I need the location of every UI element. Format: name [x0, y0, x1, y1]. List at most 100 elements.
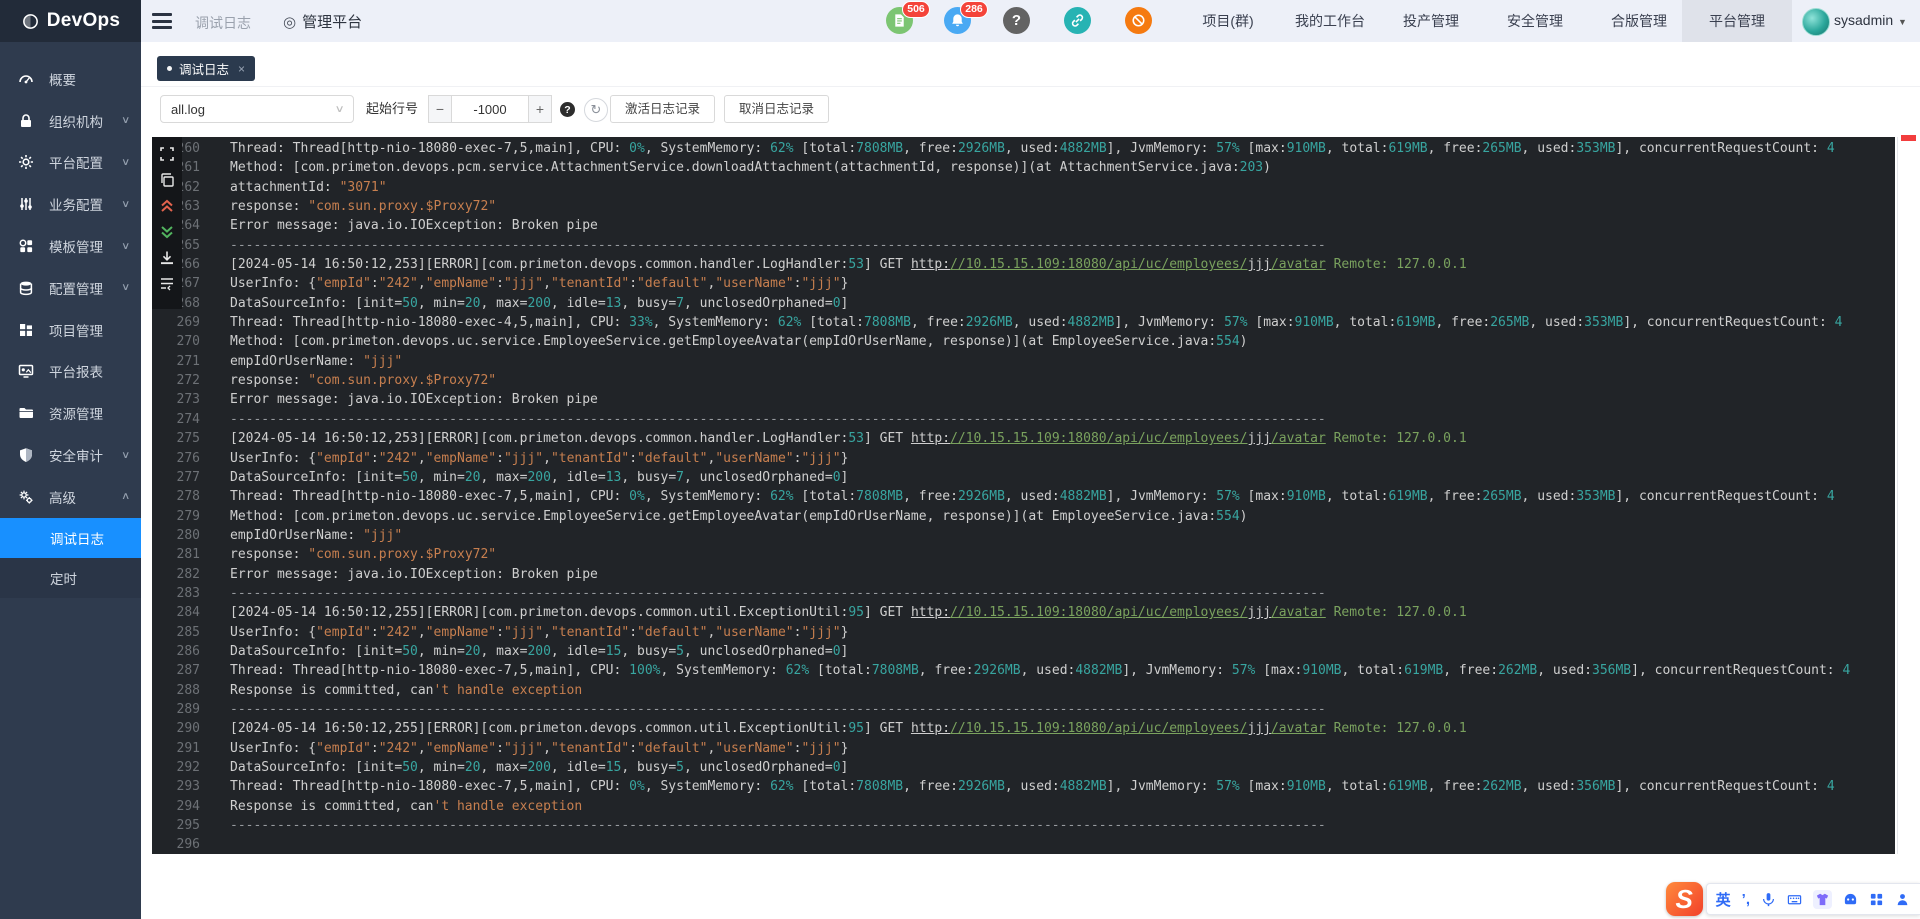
log-line: 266 [2024-05-14 16:50:12,253][ERROR][com.… [152, 255, 1850, 274]
nav-item-1[interactable]: 项目(群) [1195, 0, 1261, 42]
log-line-number: 295 [176, 818, 200, 834]
sidebar-item-advanced[interactable]: 高级 ∧ [0, 476, 141, 518]
soft-wrap-icon[interactable] [159, 276, 175, 292]
log-lines: 260 Thread: Thread[http-nio-18080-exec-7,… [152, 139, 1851, 854]
log-line-number: 291 [176, 740, 200, 756]
sidebar-item-template[interactable]: 模板管理 ∨ [0, 225, 141, 267]
log-line: 262 attachmentId: "3071" [152, 178, 1850, 197]
log-line: 293 Thread: Thread[http-nio-18080-exec-7,… [152, 777, 1850, 796]
sogou-logo-icon[interactable]: S [1665, 882, 1703, 916]
log-line-number: 288 [176, 682, 200, 698]
log-line-number: 269 [176, 315, 200, 331]
sidebar-item-platform[interactable]: 平台配置 ∨ [0, 142, 141, 184]
log-line: 289 -------------------------------------… [152, 700, 1850, 719]
nav-item-6[interactable]: 平台管理 [1682, 0, 1792, 42]
sidebar-item-resource[interactable]: 资源管理 [0, 392, 141, 434]
scroll-top-icon[interactable] [159, 198, 175, 214]
sidebar-item-overview[interactable]: 概要 [0, 58, 141, 100]
log-line: 287 Thread: Thread[http-nio-18080-exec-7,… [152, 661, 1851, 680]
punctuation-icon[interactable]: ’, [1742, 891, 1750, 908]
tab-label: 调试日志 [179, 63, 230, 77]
cancel-log-button[interactable]: 取消日志记录 [724, 95, 830, 123]
docs-badge: 506 [902, 1, 930, 18]
log-line-number: 289 [176, 701, 200, 717]
log-line: 273 Error message: java.io.IOException: B… [152, 390, 1850, 409]
ban-icon[interactable] [1125, 7, 1152, 34]
log-line-number: 279 [176, 508, 200, 524]
activate-log-button[interactable]: 激活日志记录 [610, 95, 716, 123]
log-line: 264 Error message: java.io.IOException: B… [152, 216, 1850, 235]
start-line-input[interactable] [452, 95, 528, 123]
fullscreen-icon[interactable] [159, 146, 175, 162]
user-avatar[interactable] [1802, 8, 1830, 36]
log-line: 286 DataSourceInfo: [init=50, min=20, max… [152, 642, 1850, 661]
sidebar-item-org[interactable]: 组织机构 ∨ [0, 100, 141, 142]
log-line-number: 277 [176, 469, 200, 485]
document-icon[interactable]: 506 [886, 1, 930, 34]
sliders-icon [18, 196, 34, 212]
keyboard-icon[interactable] [1787, 892, 1802, 907]
log-line: 288 Response is committed, can't handle e… [152, 681, 1850, 700]
decrement-button[interactable]: − [428, 95, 452, 123]
chevron-down-icon: ∨ [120, 198, 130, 210]
error-scroll-marker[interactable] [1901, 135, 1916, 141]
notifications-badge: 286 [960, 1, 988, 18]
sidebar-item-project[interactable]: 项目管理 [0, 309, 141, 351]
sidebar-subitem-label: 调试日志 [50, 531, 104, 547]
increment-button[interactable]: + [528, 95, 552, 123]
link-icon[interactable] [1064, 7, 1091, 34]
log-file-select[interactable]: all.log ∨ [160, 95, 354, 123]
emoji-icon[interactable] [1843, 892, 1858, 907]
tab-close-icon[interactable]: × [238, 62, 245, 76]
log-line: 291 UserInfo: {"empId":"242","empName":"j… [152, 739, 1850, 758]
log-viewer[interactable]: 260 Thread: Thread[http-nio-18080-exec-7,… [152, 137, 1895, 854]
log-line-number: 281 [176, 547, 200, 563]
nav-item-3[interactable]: 投产管理 [1400, 0, 1462, 42]
log-scrollbar-track[interactable] [1897, 137, 1898, 854]
nav-item-4[interactable]: 安全管理 [1504, 0, 1566, 42]
log-line: 290 [2024-05-14 16:50:12,255][ERROR][com.… [152, 719, 1850, 738]
toolbox-icon[interactable] [1869, 892, 1884, 907]
username[interactable]: sysadmin [1834, 12, 1893, 28]
microphone-icon[interactable] [1761, 892, 1776, 907]
sidebar-item-label: 平台报表 [49, 365, 103, 381]
log-line: 272 response: "com.sun.proxy.$Proxy72" [152, 371, 1850, 390]
scroll-bottom-icon[interactable] [159, 224, 175, 240]
sidebar-subitem-调试日志[interactable]: 调试日志 [0, 517, 141, 558]
sidebar-subitem-定时[interactable]: 定时 [0, 557, 141, 598]
sidebar-item-business[interactable]: 业务配置 ∨ [0, 183, 141, 225]
sidebar-item-label: 高级 [49, 490, 76, 506]
tab-debug-log[interactable]: 调试日志 × [157, 56, 256, 81]
shield-icon [18, 447, 34, 463]
log-line-number: 273 [176, 392, 200, 408]
profile-icon[interactable] [1895, 892, 1910, 907]
log-line: 263 response: "com.sun.proxy.$Proxy72" [152, 197, 1850, 216]
download-icon[interactable] [159, 250, 175, 266]
sidebar-item-audit[interactable]: 安全审计 ∨ [0, 434, 141, 476]
help-tooltip-icon[interactable]: ? [560, 102, 575, 117]
log-line: 295 -------------------------------------… [152, 816, 1850, 835]
refresh-icon[interactable]: ↻ [584, 98, 608, 122]
log-line-number: 296 [176, 837, 200, 853]
sidebar-item-label: 组织机构 [49, 114, 103, 130]
sidebar-item-label: 概要 [49, 72, 76, 88]
nav-item-2[interactable]: 我的工作台 [1288, 0, 1372, 42]
sidebar-item-label: 配置管理 [49, 281, 103, 297]
bell-icon[interactable]: 286 [944, 1, 988, 34]
help-icon[interactable]: ? [1003, 7, 1030, 34]
log-line-number: 283 [176, 585, 200, 601]
copy-icon[interactable] [159, 172, 175, 188]
log-line-number: 290 [176, 721, 200, 737]
log-line-number: 287 [176, 663, 200, 679]
sidebar-item-report[interactable]: 平台报表 [0, 351, 141, 393]
skin-icon[interactable] [1813, 889, 1832, 909]
hamburger-menu-icon[interactable] [152, 13, 172, 29]
nav-item-5[interactable]: 合版管理 [1608, 0, 1670, 42]
sidebar-item-label: 业务配置 [49, 198, 103, 214]
sidebar-item-config[interactable]: 配置管理 ∨ [0, 267, 141, 309]
sidebar-subitem-label: 定时 [50, 571, 77, 587]
user-caret-icon[interactable]: ▼ [1898, 17, 1907, 27]
log-line-number: 272 [176, 373, 200, 389]
lang-indicator[interactable]: 英 [1716, 889, 1731, 910]
log-line: 294 Response is committed, can't handle e… [152, 797, 1850, 816]
